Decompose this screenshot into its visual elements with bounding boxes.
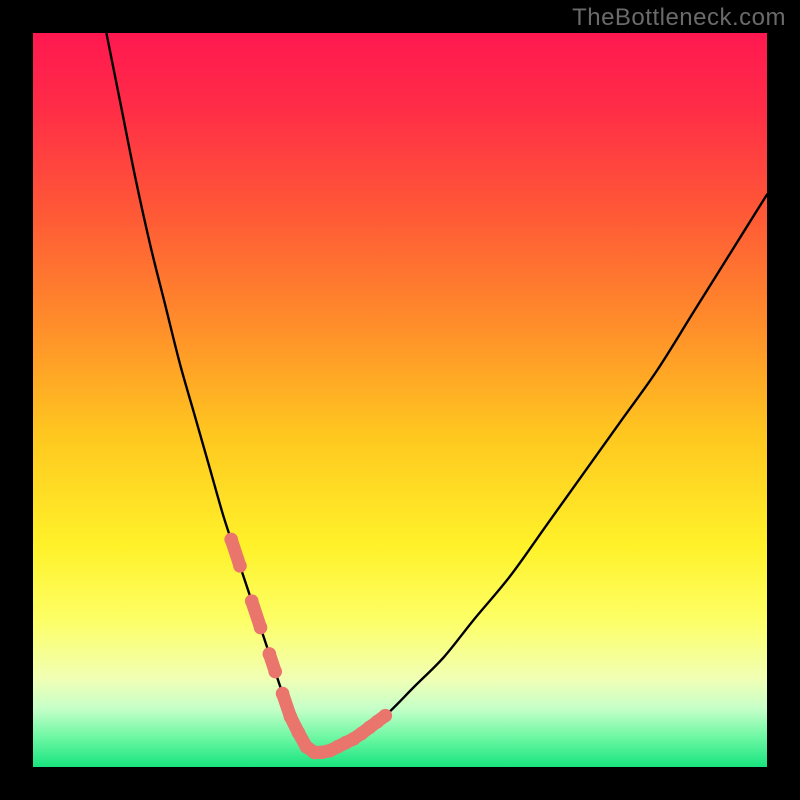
highlight-dot [254,621,268,635]
gradient-background [33,33,767,767]
highlight-dot [268,665,282,679]
watermark-text: TheBottleneck.com [572,4,786,32]
highlight-dot [233,559,247,573]
chart-svg [33,33,767,767]
outer-frame: TheBottleneck.com [0,0,800,800]
plot-area [33,33,767,767]
highlight-dot [379,709,393,723]
